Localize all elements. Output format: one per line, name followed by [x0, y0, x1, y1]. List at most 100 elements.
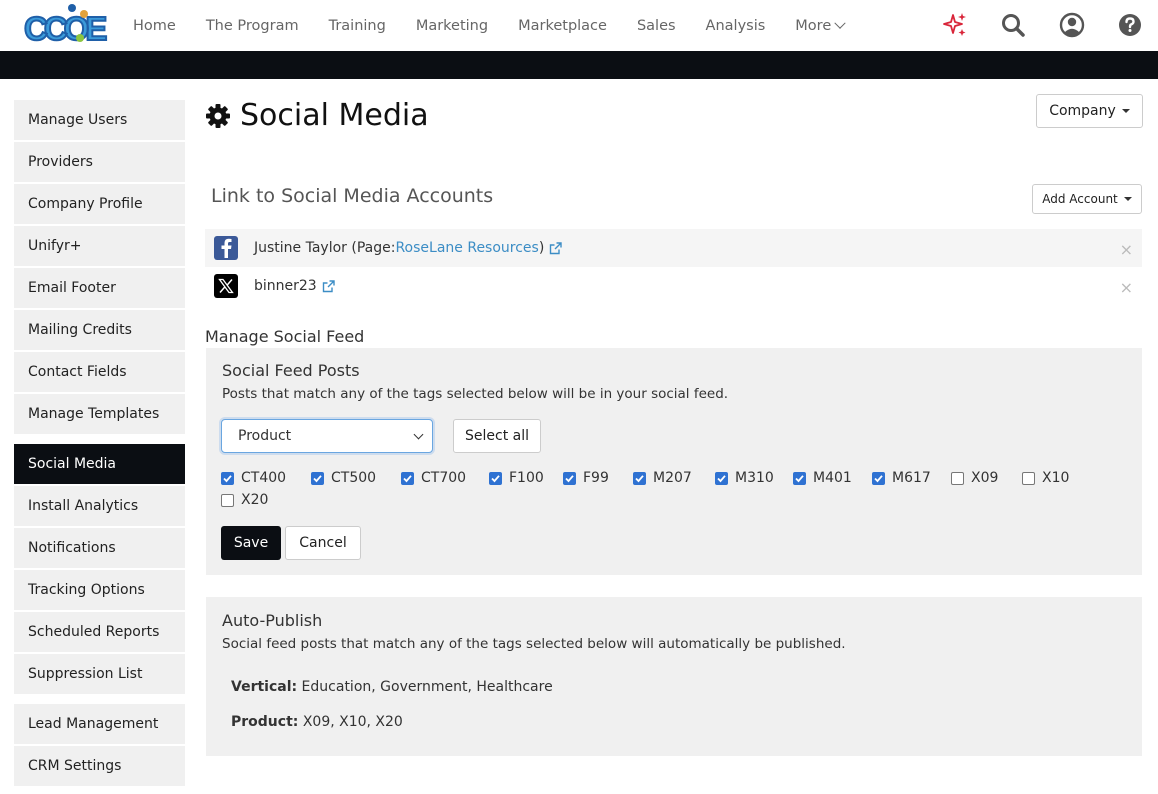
tag-checkbox-m207[interactable]: M207 — [633, 470, 692, 486]
user-icon[interactable] — [1059, 12, 1085, 38]
add-account-button[interactable]: Add Account — [1032, 184, 1142, 214]
nav-sales[interactable]: Sales — [637, 18, 676, 34]
company-button-label: Company — [1049, 103, 1116, 119]
nav-analysis[interactable]: Analysis — [706, 18, 766, 34]
checkbox[interactable] — [715, 471, 728, 485]
external-link-icon[interactable] — [322, 279, 335, 293]
checkbox[interactable] — [872, 471, 885, 485]
page-title-text: Social Media — [240, 98, 429, 133]
sidebar-item-contact-fields[interactable]: Contact Fields — [14, 352, 185, 392]
external-link-icon[interactable] — [549, 241, 563, 255]
tag-checkbox-x09[interactable]: X09 — [951, 470, 998, 486]
tag-checkbox-x20[interactable]: X20 — [221, 492, 268, 508]
select-all-button[interactable]: Select all — [453, 419, 541, 453]
sidebar-item-unifyr-plus[interactable]: Unifyr+ — [14, 226, 185, 266]
tag-checkbox-ct700[interactable]: CT700 — [401, 470, 466, 486]
tag-checkbox-m310[interactable]: M310 — [715, 470, 774, 486]
account-page-link[interactable]: RoseLane Resources — [395, 240, 538, 256]
chevron-down-icon — [413, 429, 424, 440]
sidebar-item-social-media[interactable]: Social Media — [14, 444, 185, 484]
caret-down-icon — [1123, 197, 1132, 201]
nav-home[interactable]: Home — [133, 18, 176, 34]
checkbox[interactable] — [311, 471, 324, 485]
sub-header-bar — [0, 51, 1158, 79]
page-title: Social Media — [205, 98, 429, 133]
account-row-x: binner23 × — [205, 267, 1142, 305]
nav-marketing[interactable]: Marketing — [416, 18, 488, 34]
sidebar-item-suppression-list[interactable]: Suppression List — [14, 654, 185, 694]
tag-checkbox-f100[interactable]: F100 — [489, 470, 544, 486]
checkbox[interactable] — [221, 471, 234, 485]
checkbox[interactable] — [633, 471, 646, 485]
logo-text: CCOE — [23, 9, 108, 48]
tag-checkbox-f99[interactable]: F99 — [563, 470, 609, 486]
manage-social-feed-label: Manage Social Feed — [205, 327, 365, 346]
checkbox[interactable] — [793, 471, 806, 485]
tag-label: M207 — [653, 470, 692, 486]
tag-checkbox-ct500[interactable]: CT500 — [311, 470, 376, 486]
search-icon[interactable] — [1000, 12, 1026, 38]
cancel-button[interactable]: Cancel — [285, 526, 361, 560]
sidebar-item-notifications[interactable]: Notifications — [14, 528, 185, 568]
tag-label: F99 — [583, 470, 609, 486]
checkbox[interactable] — [489, 471, 502, 485]
checkbox[interactable] — [401, 471, 414, 485]
auto-publish-panel: Auto-Publish Social feed posts that matc… — [206, 597, 1142, 756]
chevron-down-icon — [834, 17, 846, 29]
help-icon[interactable] — [1117, 12, 1143, 38]
nav-marketplace[interactable]: Marketplace — [518, 18, 607, 34]
checkbox[interactable] — [563, 471, 576, 485]
tag-checkbox-m617[interactable]: M617 — [872, 470, 931, 486]
tag-label: X20 — [241, 492, 269, 508]
sidebar-item-install-analytics[interactable]: Install Analytics — [14, 486, 185, 526]
logo-dot — [76, 34, 84, 42]
settings-sidebar: Manage Users Providers Company Profile U… — [14, 100, 185, 788]
accounts-heading: Link to Social Media Accounts — [211, 185, 494, 207]
account-suffix: ) — [538, 240, 545, 256]
save-button[interactable]: Save — [221, 526, 281, 560]
checkbox[interactable] — [951, 471, 964, 485]
checkbox[interactable] — [1022, 471, 1035, 485]
sidebar-item-manage-templates[interactable]: Manage Templates — [14, 394, 185, 434]
sidebar-item-manage-users[interactable]: Manage Users — [14, 100, 185, 140]
auto-publish-vertical: Vertical: Education, Government, Healthc… — [231, 679, 553, 695]
nav-training[interactable]: Training — [329, 18, 386, 34]
sidebar-item-providers[interactable]: Providers — [14, 142, 185, 182]
nav-the-program[interactable]: The Program — [206, 18, 299, 34]
logo-dot — [68, 4, 76, 12]
tag-label: CT400 — [241, 470, 287, 486]
sidebar-item-crm-settings[interactable]: CRM Settings — [14, 746, 185, 786]
sparkle-icon[interactable] — [942, 12, 968, 38]
nav-more[interactable]: More — [795, 17, 846, 34]
product-label: Product: — [231, 714, 299, 730]
sidebar-item-lead-management[interactable]: Lead Management — [14, 704, 185, 744]
remove-account-facebook[interactable]: × — [1120, 240, 1133, 259]
sidebar-item-email-footer[interactable]: Email Footer — [14, 268, 185, 308]
remove-account-x[interactable]: × — [1120, 278, 1133, 297]
tag-label: X09 — [971, 470, 999, 486]
logo[interactable]: CCOE — [23, 4, 108, 48]
tag-label: M401 — [813, 470, 852, 486]
caret-down-icon — [1121, 109, 1130, 113]
checkbox[interactable] — [221, 493, 234, 507]
tag-category-select[interactable]: Product — [221, 419, 433, 453]
nav-more-label: More — [795, 17, 832, 34]
logo-dot — [80, 10, 88, 18]
sidebar-item-company-profile[interactable]: Company Profile — [14, 184, 185, 224]
auto-publish-desc: Social feed posts that match any of the … — [222, 636, 846, 652]
tag-label: X10 — [1042, 470, 1070, 486]
social-feed-posts-panel: Social Feed Posts Posts that match any o… — [206, 348, 1142, 575]
account-row-facebook: Justine Taylor (Page: RoseLane Resources… — [205, 229, 1142, 267]
tag-checkbox-m401[interactable]: M401 — [793, 470, 852, 486]
account-handle-link[interactable]: binner23 — [254, 278, 317, 294]
tag-checkbox-x10[interactable]: X10 — [1022, 470, 1069, 486]
tag-label: F100 — [509, 470, 544, 486]
sidebar-item-mailing-credits[interactable]: Mailing Credits — [14, 310, 185, 350]
company-dropdown-button[interactable]: Company — [1036, 94, 1143, 128]
tag-label: CT500 — [331, 470, 377, 486]
sidebar-item-tracking-options[interactable]: Tracking Options — [14, 570, 185, 610]
sidebar-item-scheduled-reports[interactable]: Scheduled Reports — [14, 612, 185, 652]
tag-checkbox-ct400[interactable]: CT400 — [221, 470, 286, 486]
